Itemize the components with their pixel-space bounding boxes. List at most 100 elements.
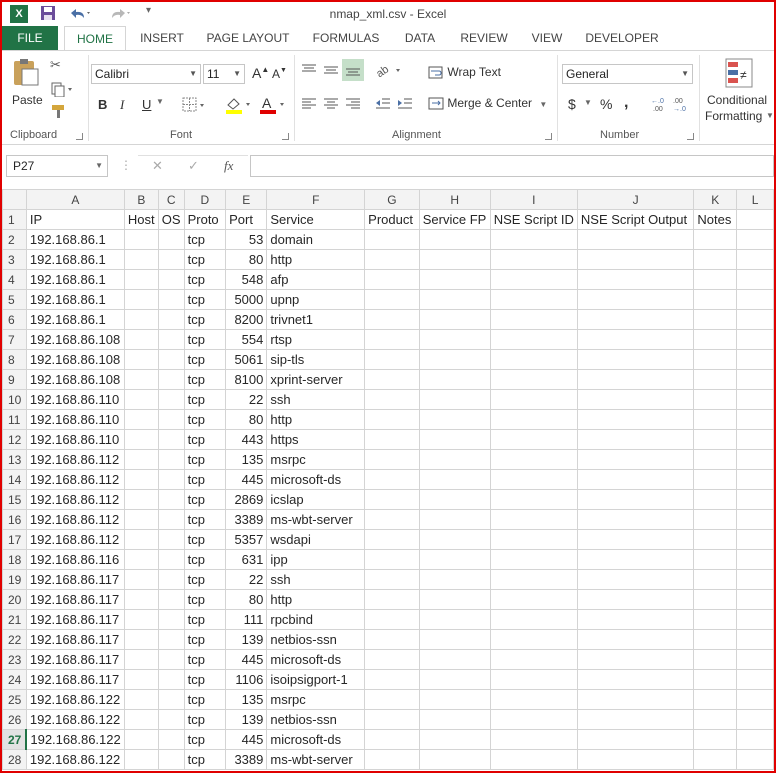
cell-proto[interactable]: tcp: [183, 429, 227, 450]
cell-port[interactable]: 3389: [225, 509, 268, 530]
cell-port[interactable]: 139: [225, 629, 268, 650]
tab-review[interactable]: REVIEW: [454, 26, 514, 51]
cell-service[interactable]: http: [266, 589, 366, 610]
cell-empty[interactable]: [489, 529, 578, 550]
cell-empty[interactable]: [489, 429, 578, 450]
shrink-font-icon[interactable]: A▼: [272, 67, 287, 81]
cell-ip[interactable]: 192.168.86.116: [25, 549, 125, 570]
cell-port[interactable]: 80: [225, 249, 268, 270]
cell-empty[interactable]: [693, 389, 738, 410]
cell-ip[interactable]: 192.168.86.108: [25, 369, 125, 390]
cell-empty[interactable]: [693, 269, 738, 290]
cell-host[interactable]: [123, 369, 159, 390]
cell-empty[interactable]: [736, 349, 774, 370]
row-header[interactable]: 11: [2, 409, 27, 430]
underline-button[interactable]: U: [142, 97, 151, 112]
cell-empty[interactable]: [576, 249, 695, 270]
cell-empty[interactable]: [364, 269, 420, 290]
cell-empty[interactable]: [576, 469, 695, 490]
cell-empty[interactable]: [364, 649, 420, 670]
header-cell[interactable]: OS: [157, 209, 185, 230]
cell-empty[interactable]: [364, 709, 420, 730]
column-header[interactable]: G: [364, 189, 420, 210]
cell-service[interactable]: trivnet1: [266, 309, 366, 330]
cell-empty[interactable]: [364, 369, 420, 390]
cell-service[interactable]: rpcbind: [266, 609, 366, 630]
cell-service[interactable]: http: [266, 409, 366, 430]
cell-os[interactable]: [157, 369, 185, 390]
cell-proto[interactable]: tcp: [183, 709, 227, 730]
clipboard-launcher-icon[interactable]: [76, 133, 83, 140]
cell-host[interactable]: [123, 549, 159, 570]
cell-os[interactable]: [157, 409, 185, 430]
cell-os[interactable]: [157, 289, 185, 310]
cell-empty[interactable]: [736, 649, 774, 670]
currency-button[interactable]: $: [568, 96, 576, 112]
conditional-formatting-label-2[interactable]: Formatting: [705, 109, 762, 123]
tab-insert[interactable]: INSERT: [136, 26, 188, 51]
cell-proto[interactable]: tcp: [183, 609, 227, 630]
cell-empty[interactable]: [736, 389, 774, 410]
cell-proto[interactable]: tcp: [183, 329, 227, 350]
cell-empty[interactable]: [489, 329, 578, 350]
cell-proto[interactable]: tcp: [183, 309, 227, 330]
cell-empty[interactable]: [489, 629, 578, 650]
cell-empty[interactable]: [576, 729, 695, 750]
cell-empty[interactable]: [693, 289, 738, 310]
cell-port[interactable]: 443: [225, 429, 268, 450]
cell-empty[interactable]: [418, 589, 491, 610]
cell-empty[interactable]: [736, 289, 774, 310]
cell-empty[interactable]: [693, 709, 738, 730]
cell-empty[interactable]: [576, 389, 695, 410]
cell-empty[interactable]: [418, 509, 491, 530]
tab-file[interactable]: FILE: [2, 26, 58, 50]
insert-function-icon[interactable]: fx: [224, 158, 233, 174]
cell-empty[interactable]: [418, 489, 491, 510]
cell-host[interactable]: [123, 309, 159, 330]
cell-service[interactable]: ssh: [266, 569, 366, 590]
cell-empty[interactable]: [576, 289, 695, 310]
cell-empty[interactable]: [693, 549, 738, 570]
cut-icon[interactable]: ✂: [50, 57, 68, 73]
cell-os[interactable]: [157, 489, 185, 510]
cell-service[interactable]: domain: [266, 229, 366, 250]
column-header[interactable]: C: [157, 189, 185, 210]
cell-os[interactable]: [157, 349, 185, 370]
cell-empty[interactable]: [576, 229, 695, 250]
column-header[interactable]: F: [266, 189, 366, 210]
column-header[interactable]: K: [693, 189, 738, 210]
font-color-icon[interactable]: A: [258, 95, 288, 115]
cell-ip[interactable]: 192.168.86.122: [25, 749, 125, 770]
cell-empty[interactable]: [489, 349, 578, 370]
cell-empty[interactable]: [489, 589, 578, 610]
cell-ip[interactable]: 192.168.86.122: [25, 729, 125, 750]
cell-service[interactable]: msrpc: [266, 689, 366, 710]
cell-ip[interactable]: 192.168.86.112: [25, 509, 125, 530]
font-size-select[interactable]: 11 ▼: [203, 64, 245, 84]
cell-service[interactable]: wsdapi: [266, 529, 366, 550]
cell-ip[interactable]: 192.168.86.110: [25, 409, 125, 430]
cell-empty[interactable]: [364, 249, 420, 270]
cell-empty[interactable]: [736, 529, 774, 550]
header-cell[interactable]: Port: [225, 209, 268, 230]
cell-proto[interactable]: tcp: [183, 489, 227, 510]
cell-empty[interactable]: [693, 609, 738, 630]
cell-empty[interactable]: [576, 349, 695, 370]
cell-empty[interactable]: [693, 649, 738, 670]
cell-host[interactable]: [123, 269, 159, 290]
cell-empty[interactable]: [736, 309, 774, 330]
header-cell[interactable]: Service FP: [418, 209, 491, 230]
cell-empty[interactable]: [418, 309, 491, 330]
cell-service[interactable]: msrpc: [266, 449, 366, 470]
tab-formulas[interactable]: FORMULAS: [306, 26, 386, 51]
cancel-icon[interactable]: ✕: [152, 158, 163, 174]
cell-service[interactable]: netbios-ssn: [266, 709, 366, 730]
cell-empty[interactable]: [576, 509, 695, 530]
conditional-dropdown-icon[interactable]: ▼: [766, 111, 774, 120]
cell-os[interactable]: [157, 569, 185, 590]
row-header[interactable]: 18: [2, 549, 27, 570]
cell-empty[interactable]: [489, 409, 578, 430]
decrease-indent-icon[interactable]: [374, 97, 392, 111]
tab-data[interactable]: DATA: [396, 26, 444, 51]
format-painter-icon[interactable]: [50, 103, 68, 119]
